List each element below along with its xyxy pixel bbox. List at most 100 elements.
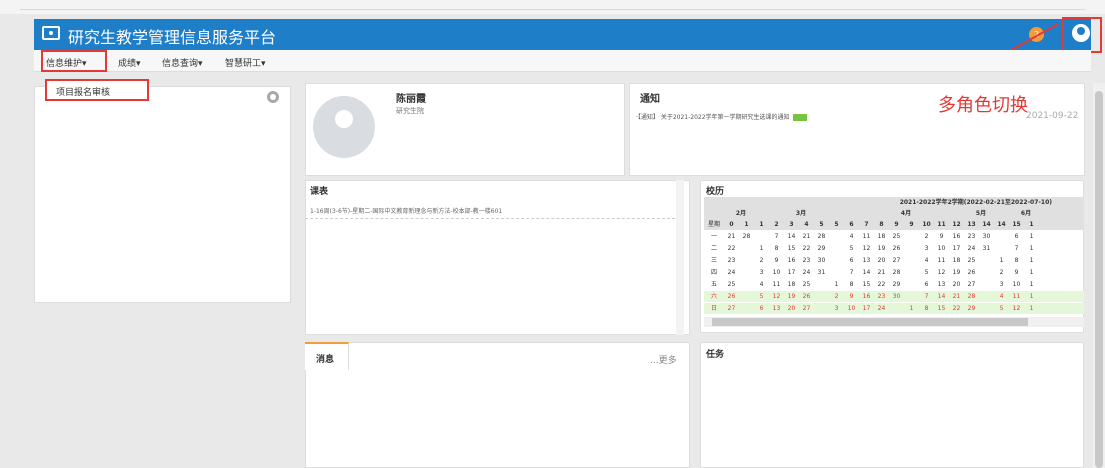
calendar-date-cell: 21 <box>727 233 736 240</box>
calendar-date-cell <box>739 267 754 278</box>
page-scrollbar-thumb[interactable] <box>1095 91 1103 468</box>
calendar-date-cell: 26 <box>892 245 901 252</box>
calendar-day-label: 日 <box>710 305 717 312</box>
calendar-date-cell: 24 <box>967 245 976 252</box>
page-scrollbar[interactable] <box>1093 83 1105 468</box>
calendar-day-label: 一 <box>710 233 717 240</box>
calendar-date-cell: 6 <box>1014 233 1019 240</box>
calendar-date-cell: 20 <box>877 257 886 264</box>
calendar-week-number: 5 <box>834 221 839 228</box>
tab-messages-label[interactable]: 消息 <box>316 352 334 365</box>
calendar-date-cell <box>739 303 754 314</box>
calendar-day-row: 二 22 1 8 15 22 29 5 12 19 26 3 10 17 24 31 7 1 <box>704 243 1084 254</box>
calendar-date-cell: 11 <box>1012 293 1021 300</box>
course-entry: 1-16周(3-6节)-星期二-国际中文教育新理念与新方法-校本部-教一楼601 <box>310 208 503 215</box>
calendar-date-cell: 19 <box>787 293 796 300</box>
calendar-date-cell <box>904 267 919 278</box>
calendar-date-cell: 6 <box>759 305 764 312</box>
calendar-date-cell: 14 <box>937 293 946 300</box>
calendar-date-cell: 28 <box>742 233 751 240</box>
gear-icon[interactable] <box>267 91 279 103</box>
calendar-week-number: 13 <box>967 221 976 228</box>
calendar-date-cell: 7 <box>849 269 854 276</box>
calendar-week-number: 12 <box>952 221 961 228</box>
calendar-week-number: 9 <box>909 221 914 228</box>
calendar-date-cell <box>829 243 844 254</box>
calendar-date-cell: 5 <box>924 269 929 276</box>
calendar-date-cell <box>739 243 754 254</box>
calendar-date-cell: 10 <box>847 305 856 312</box>
calendar-week-number: 0 <box>729 221 734 228</box>
left-panel <box>34 86 291 303</box>
calendar-date-cell: 24 <box>727 269 736 276</box>
calendar-date-cell: 3 <box>999 281 1004 288</box>
calendar-date-cell: 30 <box>817 257 826 264</box>
calendar-day-row: 五 25 4 11 18 25 1 8 15 22 29 6 13 20 27 3 10 1 <box>704 279 1084 290</box>
calendar-month: 5月 <box>975 210 987 217</box>
notice-text[interactable]: ·【通知】 关于2021-2022学年第一学期研究生选课的通知 <box>636 114 790 121</box>
calendar-date-cell: 8 <box>849 281 854 288</box>
calendar-date-cell <box>739 255 754 266</box>
tab-messages[interactable]: 消息 <box>305 342 349 370</box>
calendar-hscroll-thumb[interactable] <box>712 318 1028 326</box>
calendar-date-cell: 1 <box>909 305 914 312</box>
calendar-week-number: 14 <box>997 221 1006 228</box>
calendar-date-cell: 28 <box>817 233 826 240</box>
annotation-text: 多角色切换 <box>938 95 1028 116</box>
calendar-week-row: 星期 0 1 1 2 3 4 5 5 6 7 8 9 9 10 11 12 13 14 14 15 1 <box>704 219 1084 230</box>
calendar-table: 2021-2022学年2学期(2022-02-21至2022-07-10) 2月 3… <box>704 197 1084 316</box>
calendar-date-cell: 10 <box>937 245 946 252</box>
calendar-date-cell: 13 <box>862 257 871 264</box>
calendar-date-cell: 4 <box>759 281 764 288</box>
course-scrollbar[interactable] <box>676 180 684 335</box>
more-link[interactable]: ...更多 <box>650 353 677 366</box>
calendar-date-cell: 27 <box>967 281 976 288</box>
calendar-day-label: 六 <box>710 293 717 300</box>
tasks-panel <box>700 342 1084 468</box>
calendar-month: 3月 <box>795 210 807 217</box>
calendar-day-row: 日 27 6 13 20 27 3 10 17 24 1 8 15 22 29 5 12 1 <box>704 303 1084 314</box>
calendar-date-cell <box>904 255 919 266</box>
calendar-week-number: 5 <box>819 221 824 228</box>
calendar-date-cell: 1 <box>759 245 764 252</box>
calendar-date-cell: 29 <box>817 245 826 252</box>
calendar-date-cell: 27 <box>727 305 736 312</box>
menu-grades[interactable]: 成绩▾ <box>118 56 141 69</box>
calendar-month: 2月 <box>735 210 747 217</box>
calendar-week-number: 9 <box>894 221 899 228</box>
calendar-date-cell: 8 <box>1014 257 1019 264</box>
calendar-date-cell <box>904 231 919 242</box>
calendar-date-cell: 26 <box>802 293 811 300</box>
dropdown-item-project-review[interactable]: 项目报名审核 <box>56 85 110 98</box>
notice-item[interactable]: ·【通知】 关于2021-2022学年第一学期研究生选课的通知 <box>636 112 807 121</box>
calendar-date-cell <box>814 303 829 314</box>
avatar <box>313 96 375 158</box>
calendar-date-cell: 11 <box>772 281 781 288</box>
calendar-date-cell: 1 <box>1029 257 1034 264</box>
calendar-date-cell: 22 <box>727 245 736 252</box>
menu-info-query[interactable]: 信息查询▾ <box>162 56 203 69</box>
dropdown-menu[interactable]: 项目报名审核 <box>45 79 149 101</box>
calendar-date-cell: 25 <box>967 257 976 264</box>
calendar-date-cell: 3 <box>759 269 764 276</box>
calendar-hscroll[interactable] <box>704 317 1084 327</box>
calendar-date-cell: 12 <box>937 269 946 276</box>
menu-smart-research[interactable]: 智慧研工▾ <box>225 56 266 69</box>
calendar-date-cell <box>739 291 754 302</box>
calendar-title: 校历 <box>706 187 725 197</box>
calendar-date-cell <box>979 291 994 302</box>
top-strip <box>0 0 1105 14</box>
calendar-date-cell: 27 <box>802 305 811 312</box>
monitor-icon <box>42 26 60 40</box>
calendar-date-cell: 7 <box>1014 245 1019 252</box>
calendar-week-label: 星期 <box>707 221 720 228</box>
calendar-date-cell: 15 <box>862 281 871 288</box>
calendar-date-cell <box>739 279 754 290</box>
calendar-date-cell: 12 <box>772 293 781 300</box>
calendar-date-cell <box>979 267 994 278</box>
calendar-date-cell: 21 <box>802 233 811 240</box>
calendar-date-cell: 28 <box>967 293 976 300</box>
calendar-date-cell: 5 <box>759 293 764 300</box>
calendar-date-cell: 1 <box>1029 305 1034 312</box>
calendar-date-cell: 4 <box>999 293 1004 300</box>
